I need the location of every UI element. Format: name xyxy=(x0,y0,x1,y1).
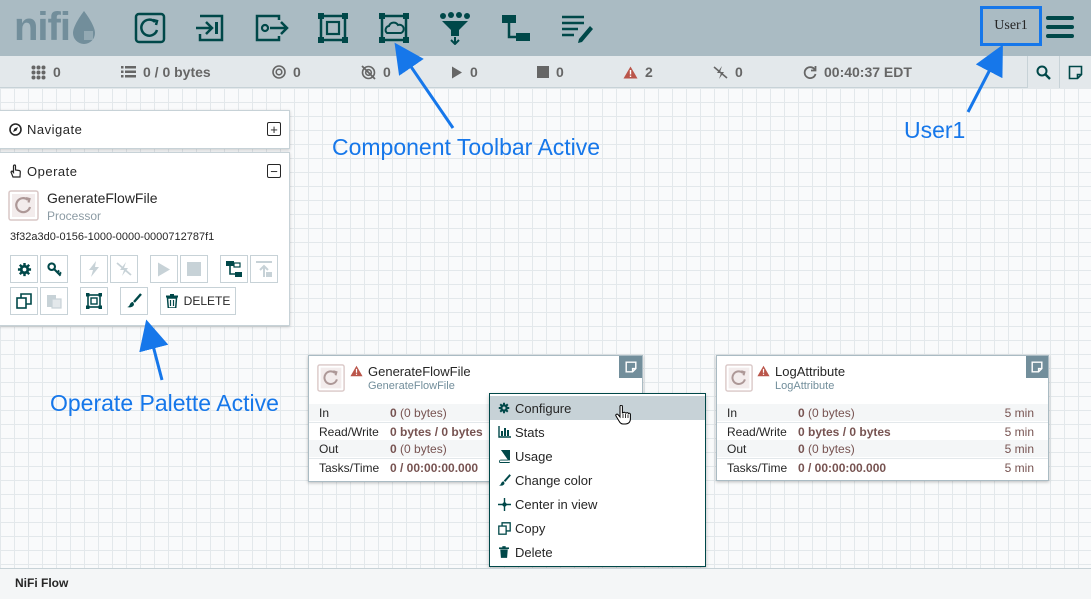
annotation-user: User1 xyxy=(904,117,966,143)
annotation-component-toolbar: Component Toolbar Active xyxy=(332,134,601,160)
user-annotation-arrow xyxy=(966,44,1003,113)
breadcrumb-bar: NiFi Flow xyxy=(0,568,1091,599)
operate-annotation-arrow xyxy=(139,319,169,381)
annotation-operate-palette: Operate Palette Active xyxy=(50,390,279,416)
toolbar-annotation-arrow xyxy=(394,42,455,129)
annotation-arrows xyxy=(139,42,1003,381)
breadcrumb-root[interactable]: NiFi Flow xyxy=(15,576,68,590)
